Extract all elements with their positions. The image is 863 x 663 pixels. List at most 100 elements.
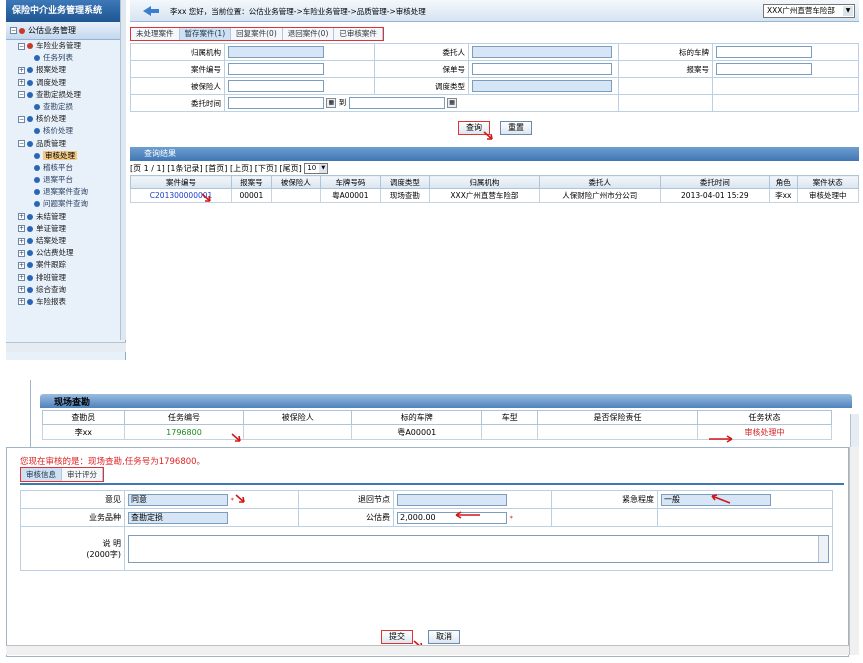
column-header[interactable]: 调度类型 [379,175,431,189]
table-cell: 审核处理中 [796,188,860,203]
expand-icon[interactable]: + [18,79,25,87]
table-cell[interactable]: C201300000001 [129,188,233,203]
column-header[interactable]: 委托时间 [659,175,770,189]
expand-icon[interactable]: + [18,261,25,269]
sidebar-h-scrollbar[interactable] [6,342,126,352]
sidebar-item[interactable]: + 案件跟踪 [6,259,125,271]
tab-reviewed[interactable]: 已审核案件 [334,28,383,40]
dispatch-field[interactable] [472,80,612,92]
table-cell: 粤A00001 [320,188,381,203]
sidebar-item[interactable]: − 车险业务管理 [6,40,125,52]
sidebar-item-label: 任务列表 [43,53,73,63]
column-header[interactable]: 角色 [768,175,798,189]
sidebar-item[interactable]: 退案案件查询 [6,186,125,198]
sidebar-item[interactable]: + 报案处理 [6,64,125,76]
chevron-down-icon[interactable]: ▼ [319,164,328,173]
column-header[interactable]: 委托人 [538,175,661,189]
expand-icon[interactable]: + [18,249,25,257]
expand-icon[interactable]: + [18,213,25,221]
sidebar-item[interactable]: 问题案件查询 [6,198,125,210]
tab-replied[interactable]: 回复案件(0) [231,28,283,40]
sidebar-item[interactable]: 任务列表 [6,52,125,64]
tab-audit-score[interactable]: 审计评分 [62,468,103,481]
sidebar-item[interactable]: − 查勘定损处理 [6,89,125,101]
opinion-select[interactable]: 同意 [128,493,228,506]
policy-field[interactable] [472,63,612,75]
expand-icon[interactable]: + [18,237,25,245]
column-header[interactable]: 车牌号码 [320,175,381,189]
chevron-down-icon[interactable]: ▼ [843,6,853,16]
sidebar-item[interactable]: + 综合查询 [6,284,125,296]
column-header[interactable]: 案件状态 [796,175,860,189]
sidebar-item[interactable]: + 调度处理 [6,77,125,89]
reset-button[interactable]: 重置 [500,121,532,135]
sidebar-scrollbar[interactable] [120,0,126,340]
expand-icon[interactable]: − [18,115,25,123]
note-textarea[interactable] [128,534,829,563]
page-size-select[interactable]: 10 ▼ [304,163,329,174]
column-header[interactable]: 报案号 [231,175,272,189]
expand-icon[interactable]: − [18,42,25,50]
sidebar-item-label: 审核处理 [43,150,77,160]
insured-field[interactable] [228,80,324,92]
case-no-field[interactable] [228,63,324,75]
sidebar-top-item[interactable]: − 公估业务管理 [6,22,125,40]
report-no-field[interactable] [716,63,812,75]
sidebar-item[interactable]: 退案平台 [6,174,125,186]
sidebar-item[interactable]: 审核处理 [6,150,125,162]
sidebar-item[interactable]: 稽核平台 [6,162,125,174]
plate-field[interactable] [716,46,812,58]
cancel-button[interactable]: 取消 [428,630,460,644]
time-from-field[interactable] [228,97,324,109]
review-tabs: 审核信息 审计评分 [20,467,104,482]
column-header[interactable]: 归属机构 [429,175,540,189]
review-h-scrollbar[interactable] [6,645,849,655]
tab-unprocessed[interactable]: 未处理案件 [131,28,180,40]
sidebar-item[interactable]: + 未结管理 [6,211,125,223]
sidebar-item[interactable]: − 核价处理 [6,113,125,125]
table-cell [243,424,353,440]
location-select[interactable]: XXX广州直营车险部 ▼ [763,4,855,18]
menu-dot-icon [19,27,25,34]
submit-button[interactable]: 提交 [381,630,413,644]
expand-icon[interactable]: + [18,286,25,294]
nav-arrow-icon [143,6,159,16]
sidebar-item[interactable]: + 结案处理 [6,235,125,247]
system-title: 保险中介业务管理系统 [6,0,125,22]
collapse-icon[interactable]: − [10,27,17,34]
expand-icon[interactable]: + [18,298,25,306]
survey-panel: 现场查勘 查勘员 任务编号 被保险人 标的车牌 车型 是否保险责任 任务状态 李xx 1796… [6,380,859,455]
expand-icon[interactable]: − [18,91,25,99]
expand-icon[interactable]: + [18,225,25,233]
column-header[interactable]: 被保险人 [270,175,322,189]
tab-review-info[interactable]: 审核信息 [21,468,62,481]
table-row[interactable]: C201300000001 00001 粤A00001 现场查勘 XXX广州直营车险部人… [129,188,860,203]
textarea-scrollbar[interactable] [818,535,828,562]
calendar-icon[interactable]: ▦ [326,98,337,108]
tab-returned[interactable]: 退回案件(0) [282,28,335,40]
time-to-field[interactable] [348,97,445,109]
tab-saved[interactable]: 暂存案件(1) [179,28,232,40]
calendar-icon[interactable]: ▦ [447,98,458,108]
sidebar-item[interactable]: − 品质管理 [6,138,125,150]
table-cell[interactable]: 1796800 [123,424,245,440]
expand-icon[interactable]: − [18,140,25,147]
client-field[interactable] [472,46,612,58]
sidebar-item[interactable]: + 车险报表 [6,296,125,308]
expand-icon[interactable]: + [18,66,25,74]
org-field[interactable] [228,46,324,58]
sidebar-item[interactable]: + 单证管理 [6,223,125,235]
pointer-arrow-icon [201,193,211,202]
column-header[interactable]: 案件编号 [129,175,233,189]
pager-links[interactable]: [页 1 / 1] [1条记录] [首页] [上页] [下页] [尾页] [130,164,302,173]
sidebar-item[interactable]: 查勘定损 [6,101,125,113]
table-cell: 李xx [768,188,798,203]
review-v-scrollbar[interactable] [849,447,859,655]
menu-dot-icon [34,55,40,62]
return-node-select[interactable] [397,493,507,506]
sidebar-item[interactable]: + 公估费处理 [6,247,125,259]
sidebar-item[interactable]: 核价处理 [6,125,125,137]
menu-dot-icon [34,164,40,171]
expand-icon[interactable]: + [18,274,25,282]
sidebar-item[interactable]: + 排班管理 [6,272,125,284]
